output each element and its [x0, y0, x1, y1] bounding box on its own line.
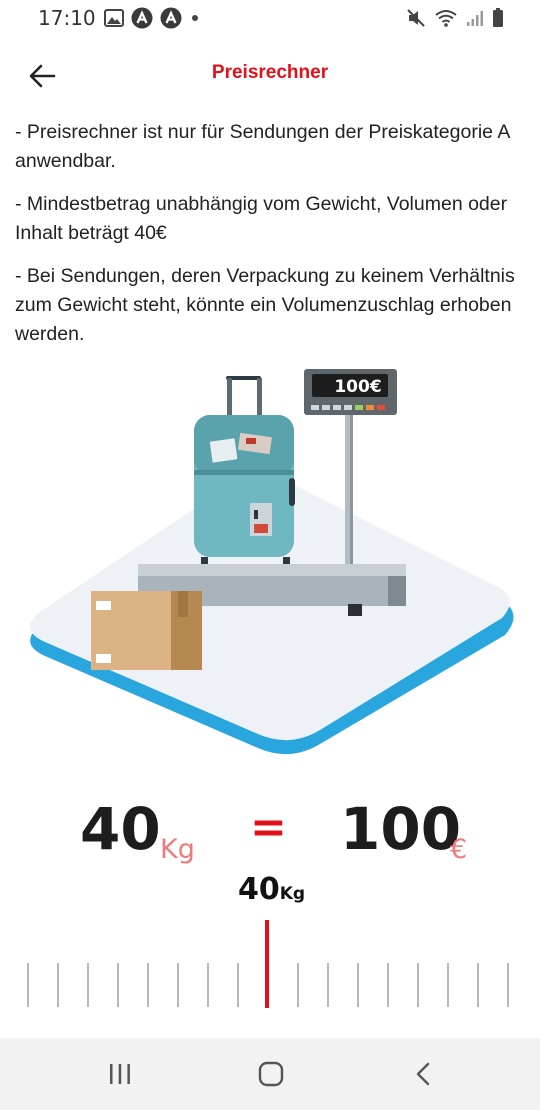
recent-apps-icon [110, 1064, 130, 1084]
scale-base [138, 564, 406, 576]
mute-icon [407, 9, 425, 27]
price-unit: € [450, 834, 468, 865]
ruler-tick [327, 963, 329, 1007]
selected-weight-unit: Kg [279, 884, 306, 904]
status-time: 17:10 [38, 6, 96, 30]
ruler-tick [417, 963, 419, 1007]
home-icon [258, 1061, 284, 1087]
ruler-tick [57, 963, 59, 1007]
ruler-tick [447, 963, 449, 1007]
selected-weight-label: 40Kg [238, 872, 305, 912]
ruler-tick [507, 963, 509, 1007]
a-badge-icon [131, 7, 153, 29]
image-icon [104, 9, 124, 27]
selected-weight-value: 40 [238, 872, 280, 907]
signal-icon [467, 11, 483, 26]
scale-display: 100€ [304, 369, 397, 415]
navigation-bar [0, 1038, 540, 1110]
ruler-tick [147, 963, 149, 1007]
home-button[interactable] [241, 1054, 301, 1094]
status-icons-right [406, 8, 504, 28]
system-back-button[interactable] [393, 1054, 453, 1094]
weight-value: 40 [80, 795, 161, 863]
scale-display-text: 100€ [334, 377, 381, 397]
ruler-tick [297, 963, 299, 1007]
weight-ruler[interactable] [0, 915, 540, 1010]
info-line: - Preisrechner ist nur für Sendungen der… [15, 121, 510, 172]
scale-pole-shade [350, 412, 353, 567]
app-bar: Preisrechner [0, 46, 540, 102]
info-line: - Bei Sendungen, deren Verpackung zu kei… [15, 265, 515, 345]
suitcase [194, 376, 295, 564]
status-icons-left [104, 7, 201, 29]
scale-illustration: 100€ [30, 369, 514, 755]
ruler-tick [207, 963, 209, 1007]
ruler-tick [87, 963, 89, 1007]
info-line: - Mindestbetrag unabhängig vom Gewicht, … [15, 193, 508, 244]
ruler-tick [357, 963, 359, 1007]
weight-unit: Kg [160, 834, 195, 865]
page-title: Preisrechner [211, 62, 329, 83]
price-equation: 40 Kg = 100 € [0, 790, 540, 870]
ruler-tick [477, 963, 479, 1007]
ruler-indicator [265, 920, 269, 1008]
ruler-tick [237, 963, 239, 1007]
ruler-tick [387, 963, 389, 1007]
ruler-tick [27, 963, 29, 1007]
battery-icon [493, 8, 503, 27]
ruler-tick [117, 963, 119, 1007]
dot-icon [192, 15, 198, 21]
status-bar: 17:10 [0, 0, 540, 38]
ruler-tick [177, 963, 179, 1007]
cardboard-box [91, 591, 202, 670]
a-badge-icon [160, 7, 182, 29]
price-value: 100 [340, 795, 462, 863]
recent-apps-button[interactable] [90, 1054, 150, 1094]
wifi-icon [435, 10, 457, 27]
info-text: - Preisrechner ist nur für Sendungen der… [15, 118, 525, 363]
back-chevron-icon [416, 1062, 430, 1086]
equals-sign: = [250, 802, 287, 853]
